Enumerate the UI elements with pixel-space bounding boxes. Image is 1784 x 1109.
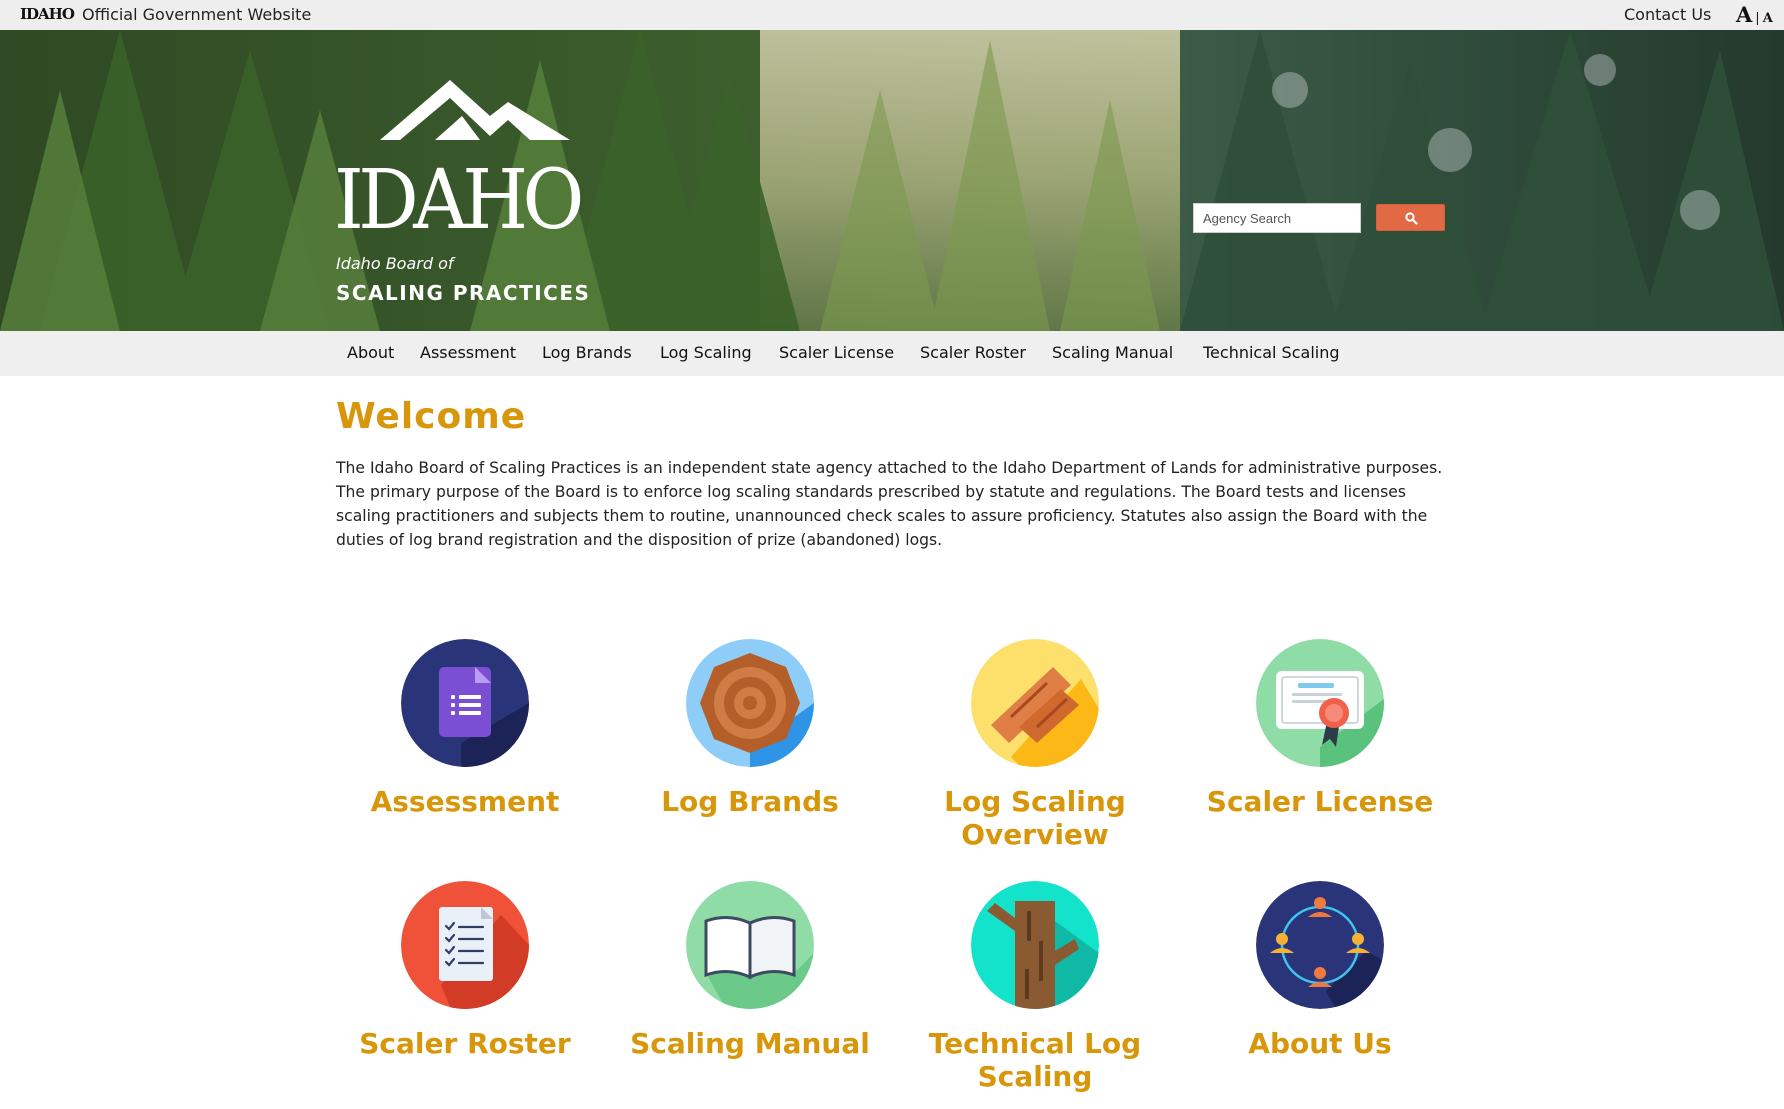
tile-label: Scaling Manual bbox=[630, 1027, 870, 1060]
tile-label: Log Brands bbox=[661, 785, 839, 818]
tree-trunk-icon bbox=[971, 881, 1099, 1009]
search-button[interactable] bbox=[1376, 204, 1445, 231]
tile-label: Scaler License bbox=[1206, 785, 1434, 818]
intro-paragraph: The Idaho Board of Scaling Practices is … bbox=[336, 459, 1443, 549]
open-book-icon bbox=[686, 881, 814, 1009]
tile-label: Technical Log Scaling bbox=[928, 1027, 1142, 1093]
forest-background-image bbox=[0, 30, 1784, 331]
utility-bar: IDAHO Official Government Website Contac… bbox=[0, 0, 1784, 30]
mountains-logo-mark bbox=[380, 80, 570, 140]
logo-title: SCALING PRACTICES bbox=[336, 281, 591, 305]
wood-planks-icon bbox=[971, 639, 1099, 767]
font-increase-button[interactable]: A bbox=[1736, 2, 1752, 27]
checklist-icon bbox=[401, 881, 529, 1009]
people-network-icon bbox=[1256, 881, 1384, 1009]
nav-item-scaler-license[interactable]: Scaler License bbox=[779, 343, 894, 362]
nav-item-scaler-roster[interactable]: Scaler Roster bbox=[920, 343, 1026, 362]
search-icon bbox=[1405, 212, 1418, 225]
idaho-wordmark: IDAHO bbox=[334, 153, 584, 248]
nav-item-log-brands[interactable]: Log Brands bbox=[542, 343, 632, 362]
nav-item-technical-scaling[interactable]: Technical Scaling bbox=[1203, 343, 1340, 362]
document-list-icon bbox=[401, 639, 529, 767]
page-title: Welcome bbox=[336, 396, 527, 437]
nav-item-assessment[interactable]: Assessment bbox=[420, 343, 516, 362]
font-decrease-button[interactable]: A bbox=[1763, 11, 1773, 26]
tile-label: Assessment bbox=[370, 785, 560, 818]
font-size-separator: | bbox=[1755, 11, 1760, 26]
agency-search-input[interactable] bbox=[1193, 203, 1361, 233]
tile-label: Scaler Roster bbox=[359, 1027, 571, 1060]
log-end-rings-icon bbox=[686, 639, 814, 767]
nav-item-scaling-manual[interactable]: Scaling Manual bbox=[1052, 343, 1173, 362]
nav-item-log-scaling[interactable]: Log Scaling bbox=[660, 343, 752, 362]
contact-us-link[interactable]: Contact Us bbox=[1624, 5, 1711, 24]
idaho-mini-logo: IDAHO bbox=[20, 5, 75, 23]
font-size-controls: A | A bbox=[1736, 2, 1773, 27]
logo-subtitle: Idaho Board of bbox=[336, 254, 454, 273]
certificate-icon bbox=[1256, 639, 1384, 767]
site-logo[interactable]: IDAHO Idaho Board of SCALING PRACTICES bbox=[334, 80, 596, 310]
tile-label: About Us bbox=[1248, 1027, 1392, 1060]
hero-banner: IDAHO Idaho Board of SCALING PRACTICES bbox=[0, 30, 1784, 331]
nav-item-about[interactable]: About bbox=[347, 343, 394, 362]
tile-label: Log Scaling Overview bbox=[944, 785, 1126, 851]
main-navigation: About Assessment Log Brands Log Scaling … bbox=[0, 331, 1784, 376]
official-website-label: Official Government Website bbox=[82, 5, 312, 24]
